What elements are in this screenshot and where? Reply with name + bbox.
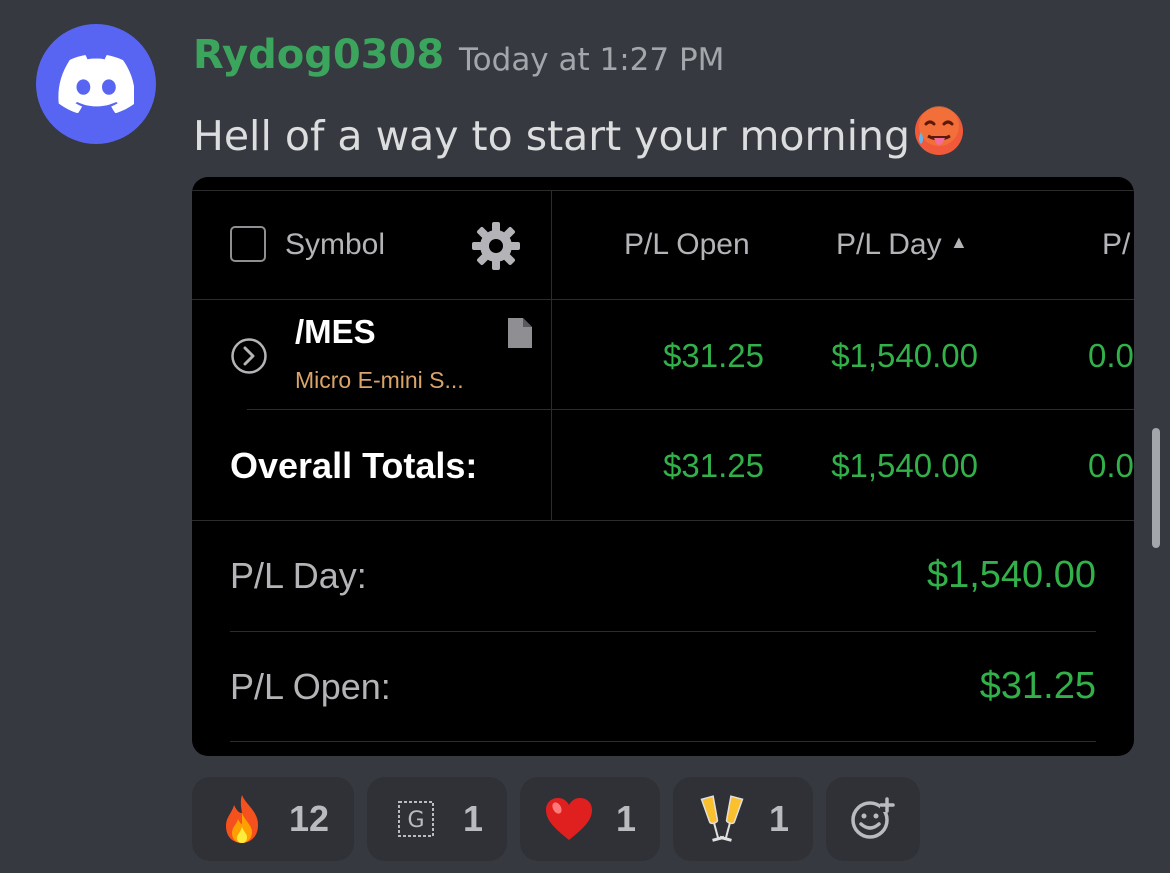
message-timestamp: Today at 1:27 PM: [459, 42, 725, 78]
add-reaction-button[interactable]: [826, 777, 920, 861]
scrollbar-thumb[interactable]: [1152, 428, 1160, 548]
column-header-pl-truncated[interactable]: P/: [1102, 228, 1130, 262]
row-pl-day: $1,540.00: [831, 337, 978, 374]
symbol-description: Micro E-mini S...: [295, 367, 464, 393]
symbol-mes[interactable]: /MES: [295, 313, 376, 351]
select-all-checkbox[interactable]: [230, 226, 266, 262]
g-emote-icon: G: [391, 794, 441, 844]
hot-face-emoji-icon[interactable]: [912, 104, 966, 168]
expand-chevron-icon[interactable]: [230, 337, 268, 375]
totals-pl-day: $1,540.00: [831, 447, 978, 484]
row-pl-open: $31.25: [663, 337, 764, 374]
reaction-fire[interactable]: 12: [192, 777, 354, 861]
totals-pl-pct-truncated: 0.0: [1088, 447, 1134, 484]
column-header-symbol[interactable]: Symbol: [285, 228, 385, 262]
avatar[interactable]: [36, 24, 156, 144]
add-reaction-icon: [848, 794, 898, 844]
username[interactable]: Rydog0308: [193, 32, 444, 78]
document-icon[interactable]: [506, 316, 534, 350]
reaction-heart[interactable]: 1: [520, 777, 660, 861]
reaction-count: 1: [462, 798, 484, 839]
overall-totals-label: Overall Totals:: [230, 445, 478, 486]
column-header-pl-open[interactable]: P/L Open: [624, 228, 750, 262]
totals-pl-open: $31.25: [663, 447, 764, 484]
row-pl-pct-truncated: 0.0: [1088, 337, 1134, 374]
summary-pl-open-label: P/L Open:: [230, 666, 391, 707]
reaction-count: 1: [768, 798, 790, 839]
sort-ascending-icon: ▲: [949, 232, 968, 252]
message-content: Hell of a way to start your morning: [193, 104, 966, 168]
reaction-g-emote[interactable]: G 1: [367, 777, 507, 861]
embedded-screenshot[interactable]: Symbol P/L Open P/L Day ▲ P/ /MES Micro …: [192, 177, 1134, 756]
reaction-count: 12: [288, 798, 330, 839]
red-heart-emoji-icon: [544, 794, 594, 844]
fire-emoji-icon: [217, 794, 267, 844]
column-header-pl-day[interactable]: P/L Day ▲: [836, 228, 968, 262]
reaction-clinking-glasses[interactable]: 1: [673, 777, 813, 861]
discord-logo-icon: [58, 55, 134, 113]
reactions-bar: 12 G 1 1 1: [192, 777, 920, 861]
clinking-glasses-emoji-icon: [697, 794, 747, 844]
column-header-pl-day-label: P/L Day: [836, 228, 942, 261]
svg-text:G: G: [407, 808, 424, 833]
reaction-count: 1: [615, 798, 637, 839]
summary-pl-day-label: P/L Day:: [230, 555, 367, 596]
gear-icon[interactable]: [469, 219, 523, 273]
summary-pl-day-value: $1,540.00: [926, 554, 1096, 596]
summary-pl-open-value: $31.25: [979, 665, 1096, 707]
message-text: Hell of a way to start your morning: [193, 112, 911, 160]
